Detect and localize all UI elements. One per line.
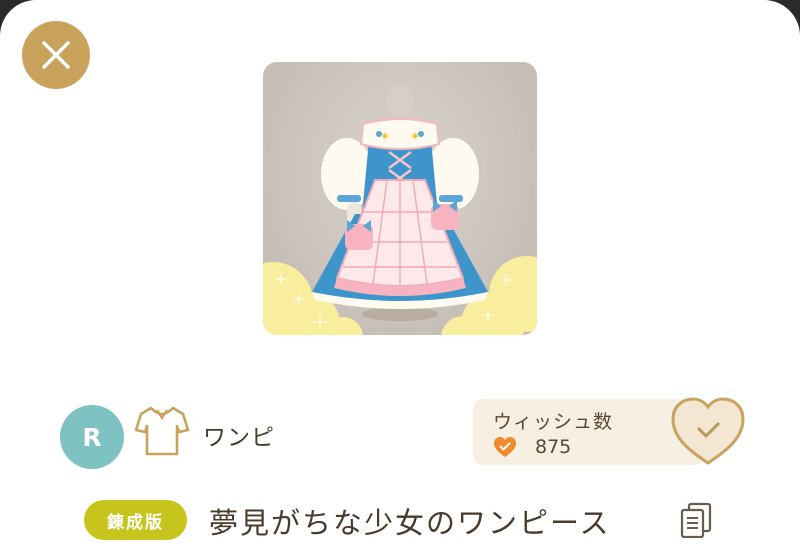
one-piece-dress-illustration	[263, 86, 537, 335]
shirt-icon	[134, 406, 190, 456]
item-name: 夢見がちな少女のワンピース	[209, 506, 611, 540]
edition-label: 錬成版	[107, 512, 164, 533]
rarity-badge: R	[60, 405, 124, 469]
wish-count-label: ウィッシュ数	[493, 411, 614, 433]
item-image-card	[263, 62, 537, 335]
close-button[interactable]	[22, 21, 90, 89]
edition-badge: 錬成版	[84, 500, 187, 540]
wish-heart-button[interactable]	[669, 395, 747, 467]
rarity-label: R	[82, 422, 102, 452]
heart-check-large-icon	[671, 397, 745, 465]
close-icon	[42, 41, 70, 69]
wish-count-value: 875	[535, 436, 572, 458]
copy-icon[interactable]	[680, 502, 712, 538]
heart-check-icon	[494, 437, 516, 457]
item-detail-sheet: R ワンピ ウィッシュ数 875 錬成版 夢見がちな少女のワンピース	[0, 0, 800, 553]
category-label: ワンピ	[203, 425, 275, 451]
